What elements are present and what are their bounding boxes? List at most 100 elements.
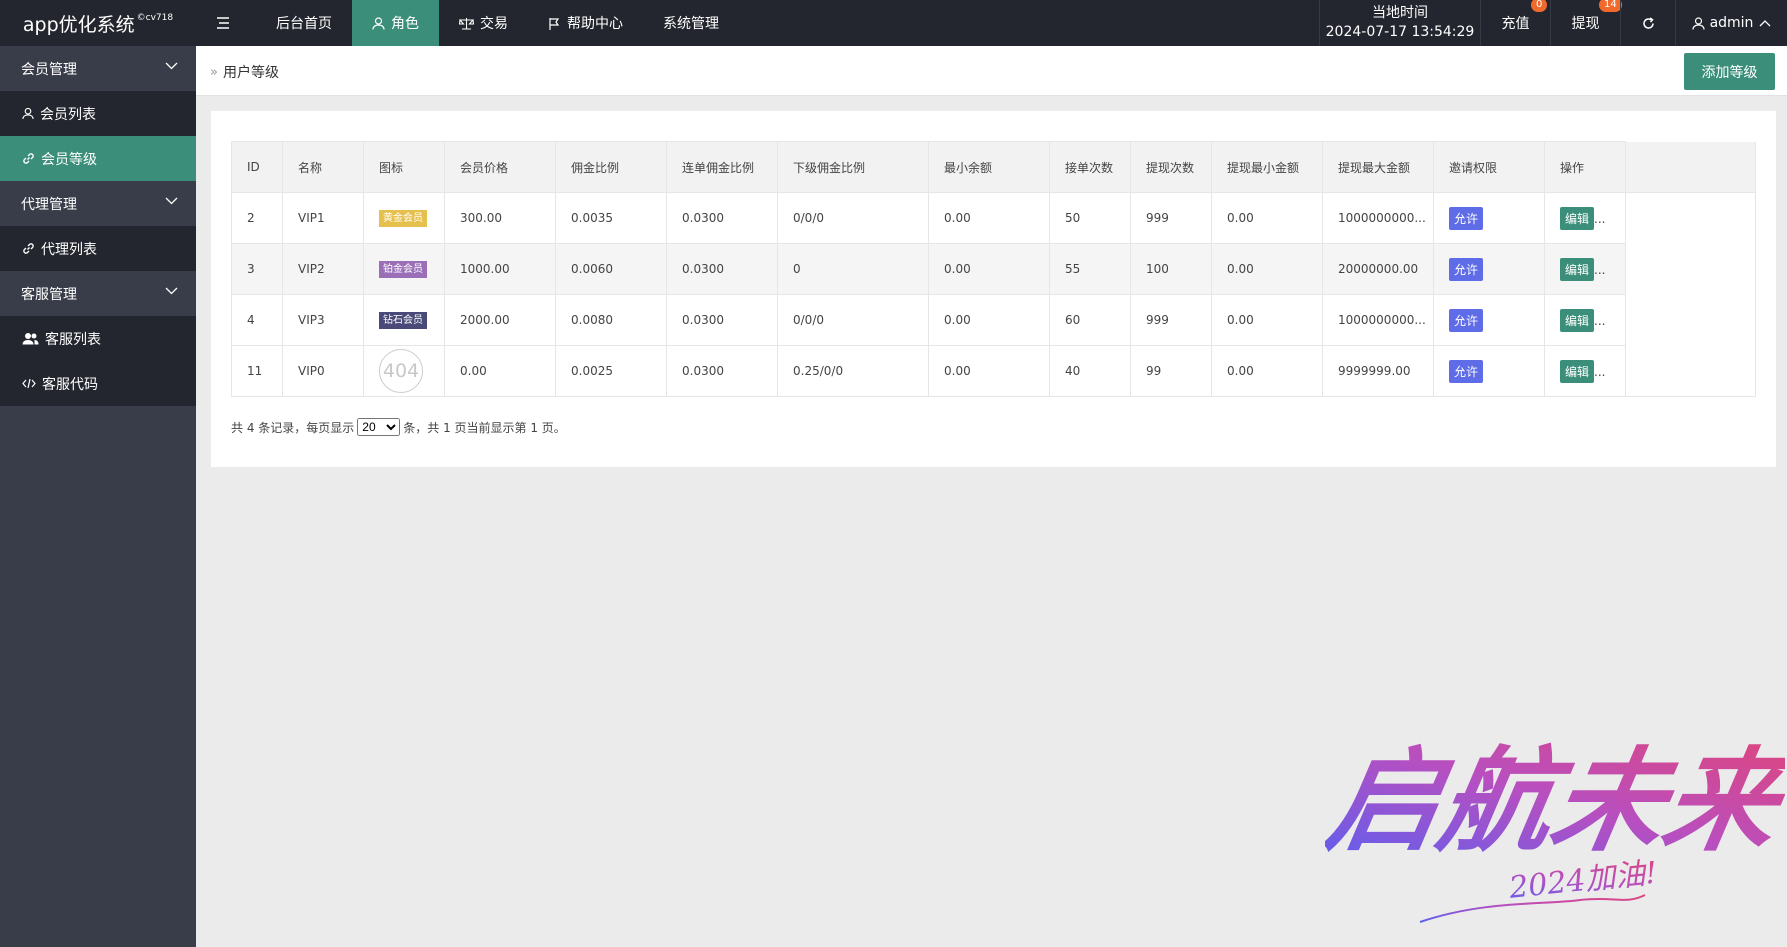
cell-withdraw-min: 0.00 <box>1211 345 1323 397</box>
cell-filler <box>1625 345 1756 397</box>
th-chain-rate: 连单佣金比例 <box>666 141 778 193</box>
edit-button[interactable]: 编辑 <box>1560 206 1595 230</box>
level-card: ID 名称 图标 会员价格 佣金比例 连单佣金比例 下级佣金比例 最小余额 接单… <box>211 111 1776 467</box>
more-ellipsis: ... <box>1594 211 1606 226</box>
sidebar-item-agent-list[interactable]: 代理列表 <box>0 226 196 271</box>
breadcrumb-current: 用户等级 <box>222 65 279 81</box>
content-topbar: » 用户等级 添加等级 <box>196 46 1787 96</box>
cell-withdraw-max: 20000000.00 <box>1322 243 1434 295</box>
cell-price: 300.00 <box>444 192 556 244</box>
edit-button[interactable]: 编辑 <box>1560 257 1595 281</box>
nav-trade[interactable]: 交易 <box>439 0 528 46</box>
user-menu[interactable]: admin <box>1675 0 1787 46</box>
cell-chain-rate: 0.0300 <box>666 243 778 295</box>
nav-help[interactable]: 帮助中心 <box>528 0 643 46</box>
breadcrumb: » 用户等级 <box>210 62 279 82</box>
sidebar-item-service-list[interactable]: 客服列表 <box>0 316 196 361</box>
cell-withdraw-max: 1000000000... <box>1322 192 1434 244</box>
nav-system[interactable]: 系统管理 <box>643 0 739 46</box>
chevron-down-icon <box>165 62 178 70</box>
recharge-badge: 0 <box>1531 0 1548 12</box>
withdraw-label: 提现 <box>1571 16 1600 32</box>
allow-button[interactable]: 允许 <box>1449 308 1484 332</box>
pager-suffix: 条，共 1 页当前显示第 1 页。 <box>403 420 566 435</box>
nav-trade-label: 交易 <box>480 16 508 32</box>
cell-rate: 0.0080 <box>555 294 667 346</box>
cell-withdraw-times: 100 <box>1130 243 1212 295</box>
recharge-button[interactable]: 充值 0 <box>1480 0 1550 46</box>
cell-sub-rate: 0 <box>777 243 929 295</box>
cell-price: 0.00 <box>444 345 556 397</box>
cell-withdraw-min: 0.00 <box>1211 192 1323 244</box>
nav-role[interactable]: 角色 <box>352 0 439 46</box>
edit-button[interactable]: 编辑 <box>1560 308 1595 332</box>
level-table: ID 名称 图标 会员价格 佣金比例 连单佣金比例 下级佣金比例 最小余额 接单… <box>231 141 1756 397</box>
nav-home[interactable]: 后台首页 <box>256 0 352 46</box>
cell-chain-rate: 0.0300 <box>666 345 778 397</box>
allow-button[interactable]: 允许 <box>1449 206 1484 230</box>
add-level-button[interactable]: 添加等级 <box>1684 53 1775 90</box>
allow-button[interactable]: 允许 <box>1449 257 1484 281</box>
table-row: 4 VIP3 钻石会员 2000.00 0.0080 0.0300 0/0/0 … <box>231 294 1756 346</box>
more-ellipsis: ... <box>1594 364 1606 379</box>
cell-action: 编辑... <box>1544 243 1626 295</box>
cell-icon: 钻石会员 <box>363 294 445 346</box>
cell-rate: 0.0060 <box>555 243 667 295</box>
user-icon <box>1691 16 1705 30</box>
cell-withdraw-times: 999 <box>1130 192 1212 244</box>
cell-id: 4 <box>231 294 283 346</box>
withdraw-button[interactable]: 提现 14 <box>1550 0 1622 46</box>
sidebar-group-agent[interactable]: 代理管理 <box>0 181 196 226</box>
table-row: 11 VIP0 404 0.00 0.0025 0.0300 0.25/0/0 … <box>231 345 1756 397</box>
withdraw-badge: 14 <box>1599 0 1622 12</box>
watermark-logo: 启航未来 2024加油! <box>1325 735 1785 923</box>
level-tag: 铂金会员 <box>379 260 427 278</box>
sidebar-group-service[interactable]: 客服管理 <box>0 271 196 316</box>
refresh-icon <box>1642 16 1654 29</box>
sidebar-item-member-list[interactable]: 会员列表 <box>0 91 196 136</box>
user-icon <box>372 16 385 30</box>
nav-system-label: 系统管理 <box>663 16 719 32</box>
cell-withdraw-min: 0.00 <box>1211 243 1323 295</box>
cell-rate: 0.0035 <box>555 192 667 244</box>
link-icon <box>23 153 34 164</box>
menu-toggle-button[interactable] <box>196 0 256 46</box>
cell-action: 编辑... <box>1544 192 1626 244</box>
th-name: 名称 <box>282 141 364 193</box>
local-clock: 当地时间 2024-07-17 13:54:29 <box>1319 0 1480 46</box>
cell-price: 1000.00 <box>444 243 556 295</box>
table-row: 3 VIP2 铂金会员 1000.00 0.0060 0.0300 0 0.00… <box>231 243 1756 295</box>
th-sub-rate: 下级佣金比例 <box>777 141 929 193</box>
th-orders: 接单次数 <box>1049 141 1131 193</box>
cell-rate: 0.0025 <box>555 345 667 397</box>
cell-chain-rate: 0.0300 <box>666 192 778 244</box>
sidebar-item-member-level[interactable]: 会员等级 <box>0 136 196 181</box>
user-icon <box>22 107 34 120</box>
nav-role-label: 角色 <box>391 16 419 32</box>
cell-icon: 铂金会员 <box>363 243 445 295</box>
top-nav: 后台首页 角色 交易 帮助中心 系统管理 <box>196 0 739 46</box>
cell-sub-rate: 0/0/0 <box>777 294 929 346</box>
nav-help-label: 帮助中心 <box>567 16 623 32</box>
th-rate: 佣金比例 <box>555 141 667 193</box>
cell-orders: 55 <box>1049 243 1131 295</box>
sidebar-group-member[interactable]: 会员管理 <box>0 46 196 91</box>
recharge-label: 充值 <box>1501 16 1530 32</box>
allow-button[interactable]: 允许 <box>1449 359 1484 383</box>
sidebar-item-service-code[interactable]: 客服代码 <box>0 361 196 406</box>
sidebar-item-label: 会员管理 <box>21 61 77 78</box>
cell-min-balance: 0.00 <box>928 345 1050 397</box>
refresh-button[interactable] <box>1620 0 1675 46</box>
clock-label: 当地时间 <box>1372 5 1428 21</box>
cell-withdraw-max: 9999999.00 <box>1322 345 1434 397</box>
logo-text: app优化系统 <box>22 13 135 36</box>
cell-name: VIP3 <box>282 294 364 346</box>
th-icon: 图标 <box>363 141 445 193</box>
logo-sup: ©cv718 <box>136 13 174 23</box>
cell-min-balance: 0.00 <box>928 192 1050 244</box>
clock-value: 2024-07-17 13:54:29 <box>1325 24 1475 40</box>
edit-button[interactable]: 编辑 <box>1560 359 1595 383</box>
app-logo[interactable]: app优化系统 ©cv718 <box>0 0 196 46</box>
page-size-select[interactable]: 20 <box>357 418 401 436</box>
cell-min-balance: 0.00 <box>928 243 1050 295</box>
